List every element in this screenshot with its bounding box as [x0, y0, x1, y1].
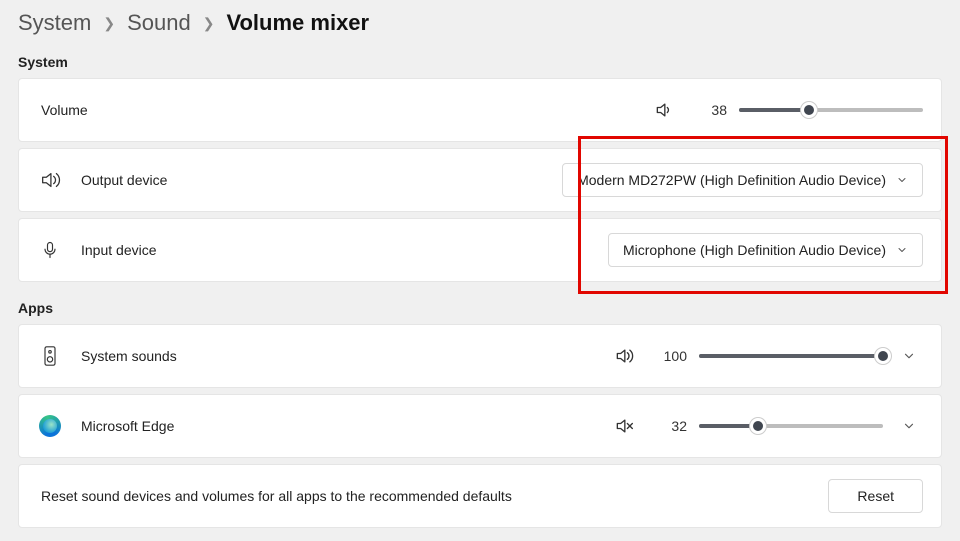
edge-icon: [37, 415, 63, 437]
breadcrumb-current: Volume mixer: [226, 10, 369, 36]
chevron-right-icon: ❯: [203, 15, 215, 32]
volume-value: 38: [701, 102, 727, 118]
app-system-sounds-label: System sounds: [81, 348, 611, 364]
speaker-icon[interactable]: [651, 100, 677, 120]
volume-label: Volume: [41, 102, 651, 118]
chevron-right-icon: ❯: [103, 15, 115, 32]
breadcrumb-system[interactable]: System: [18, 10, 91, 36]
output-device-selected: Modern MD272PW (High Definition Audio De…: [577, 172, 886, 188]
reset-button[interactable]: Reset: [828, 479, 923, 513]
input-device-row: Input device Microphone (High Definition…: [18, 218, 942, 282]
microphone-icon: [37, 240, 63, 260]
chevron-down-icon: [896, 174, 908, 186]
speaker-device-icon: [37, 344, 63, 368]
input-device-label: Input device: [81, 242, 608, 258]
app-system-sounds-value: 100: [661, 348, 687, 364]
app-edge-row: Microsoft Edge 32: [18, 394, 942, 458]
breadcrumb: System ❯ Sound ❯ Volume mixer: [18, 0, 942, 50]
input-device-selected: Microphone (High Definition Audio Device…: [623, 242, 886, 258]
speaker-icon[interactable]: [611, 346, 637, 366]
breadcrumb-sound[interactable]: Sound: [127, 10, 191, 36]
reset-row: Reset sound devices and volumes for all …: [18, 464, 942, 528]
expand-system-sounds[interactable]: [895, 342, 923, 370]
app-edge-value: 32: [661, 418, 687, 434]
chevron-down-icon: [896, 244, 908, 256]
expand-edge[interactable]: [895, 412, 923, 440]
section-label-system: System: [18, 54, 942, 70]
output-device-label: Output device: [81, 172, 562, 188]
input-device-dropdown[interactable]: Microphone (High Definition Audio Device…: [608, 233, 923, 267]
app-edge-slider[interactable]: [699, 416, 883, 436]
volume-slider[interactable]: [739, 100, 923, 120]
reset-description: Reset sound devices and volumes for all …: [41, 488, 828, 504]
section-label-apps: Apps: [18, 300, 942, 316]
app-system-sounds-slider[interactable]: [699, 346, 883, 366]
app-edge-label: Microsoft Edge: [81, 418, 611, 434]
volume-row: Volume 38: [18, 78, 942, 142]
output-device-dropdown[interactable]: Modern MD272PW (High Definition Audio De…: [562, 163, 923, 197]
speaker-out-icon: [37, 169, 63, 191]
speaker-muted-icon[interactable]: [611, 416, 637, 436]
app-system-sounds-row: System sounds 100: [18, 324, 942, 388]
output-device-row: Output device Modern MD272PW (High Defin…: [18, 148, 942, 212]
